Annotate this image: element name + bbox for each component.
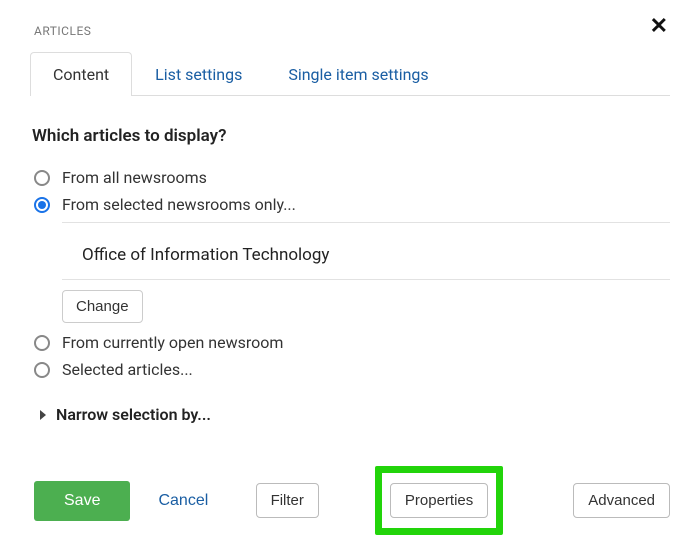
radio-label-all: From all newsrooms xyxy=(62,168,207,187)
properties-highlight: Properties xyxy=(375,466,503,535)
selected-newsroom-name: Office of Information Technology xyxy=(62,229,670,279)
tab-single-item-settings[interactable]: Single item settings xyxy=(265,52,451,96)
filter-button[interactable]: Filter xyxy=(256,483,319,518)
radio-label-selected: From selected newsrooms only... xyxy=(62,195,296,214)
tab-list-settings[interactable]: List settings xyxy=(132,52,265,96)
radio-icon xyxy=(34,362,50,378)
section-question: Which articles to display? xyxy=(32,126,670,146)
save-button[interactable]: Save xyxy=(34,481,130,521)
divider xyxy=(62,279,670,280)
tab-content[interactable]: Content xyxy=(30,52,132,96)
radio-option-articles[interactable]: Selected articles... xyxy=(34,360,670,379)
narrow-selection-label: Narrow selection by... xyxy=(56,405,211,424)
panel-title: ARTICLES xyxy=(30,16,91,52)
advanced-button[interactable]: Advanced xyxy=(573,483,670,518)
cancel-button[interactable]: Cancel xyxy=(152,491,214,511)
footer-bar: Save Cancel Filter Properties Advanced xyxy=(30,466,670,535)
properties-button[interactable]: Properties xyxy=(390,483,488,518)
radio-label-articles: Selected articles... xyxy=(62,360,193,379)
radio-option-selected[interactable]: From selected newsrooms only... xyxy=(34,195,670,214)
caret-right-icon xyxy=(40,410,46,420)
radio-icon xyxy=(34,197,50,213)
narrow-selection-toggle[interactable]: Narrow selection by... xyxy=(30,405,670,424)
close-icon[interactable]: ✕ xyxy=(650,16,670,38)
articles-source-radio-group: From all newsrooms From selected newsroo… xyxy=(30,168,670,379)
radio-option-all[interactable]: From all newsrooms xyxy=(34,168,670,187)
radio-icon xyxy=(34,335,50,351)
radio-icon xyxy=(34,170,50,186)
selected-newsroom-block: Office of Information Technology Change xyxy=(62,229,670,323)
radio-label-current: From currently open newsroom xyxy=(62,333,283,352)
radio-option-current[interactable]: From currently open newsroom xyxy=(34,333,670,352)
tab-bar: Content List settings Single item settin… xyxy=(30,52,670,96)
divider xyxy=(62,222,670,223)
change-button[interactable]: Change xyxy=(62,290,143,323)
